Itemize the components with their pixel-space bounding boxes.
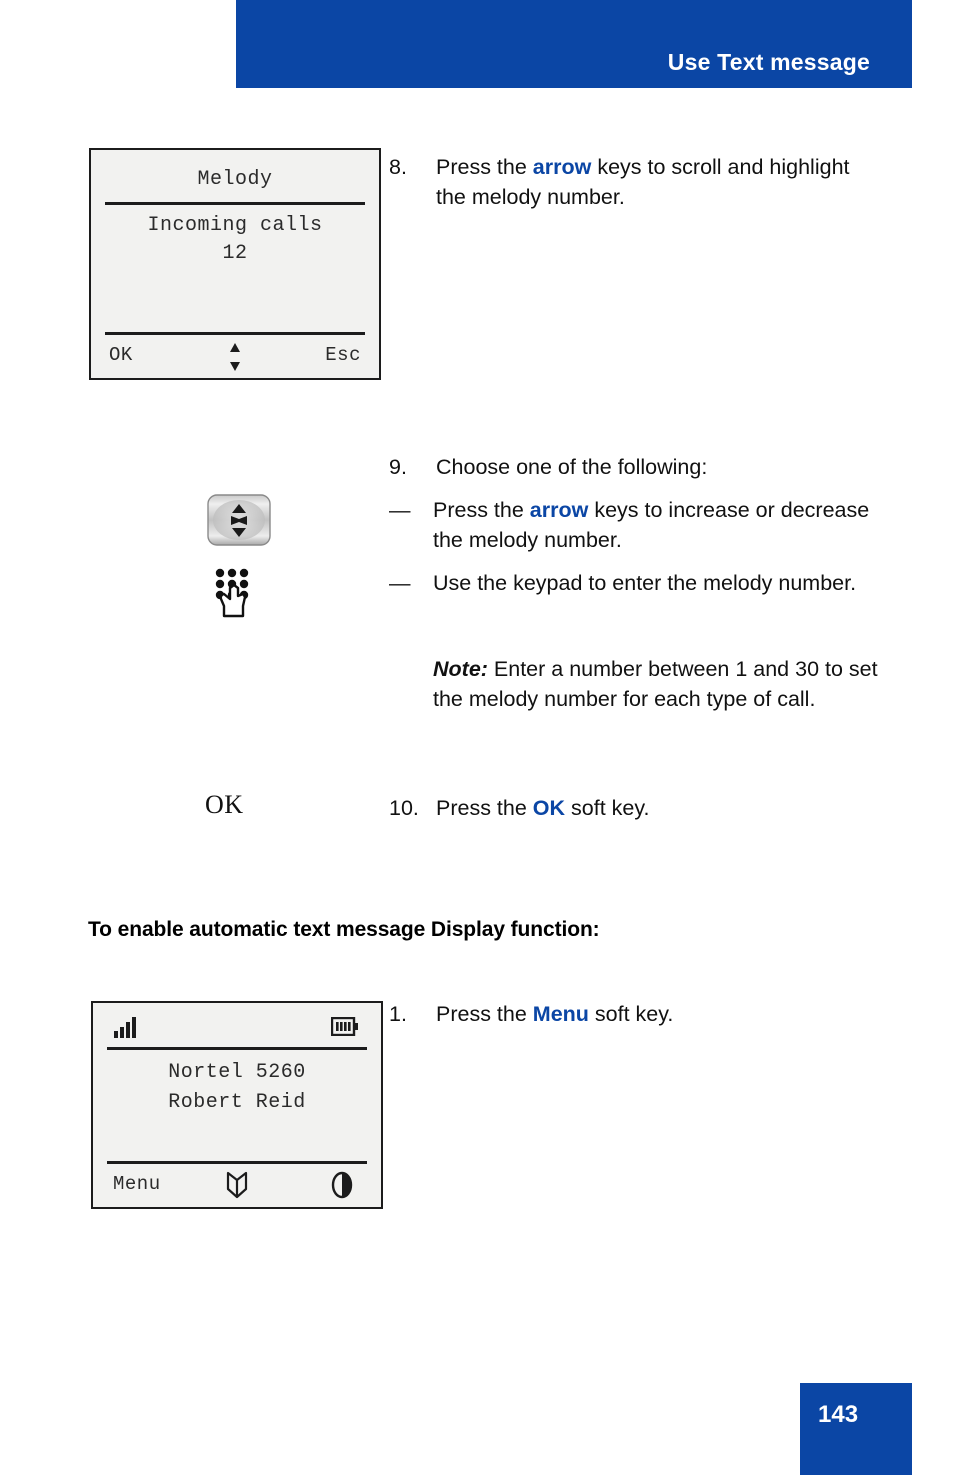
- page-number: 143: [818, 1401, 859, 1428]
- battery-icon: [330, 1016, 359, 1037]
- step-9: 9. Choose one of the following: — Press t…: [389, 452, 879, 598]
- em-dash: —: [389, 498, 411, 522]
- step-1: 1. Press the Menu soft key.: [389, 999, 789, 1029]
- step-text: Press the OK soft key.: [436, 793, 789, 823]
- softkey-ok[interactable]: OK: [109, 344, 133, 366]
- directory-book-icon: [226, 1171, 248, 1199]
- step-8: 8. Press the arrow keys to scroll and hi…: [389, 152, 859, 212]
- keyword-ok: OK: [532, 796, 566, 820]
- keyword-arrow: arrow: [529, 498, 589, 522]
- step-number: 1.: [389, 1002, 407, 1026]
- divider: [105, 332, 365, 335]
- bullet-text: Use the keypad to enter the melody numbe…: [433, 571, 857, 595]
- signal-strength-icon: [113, 1015, 141, 1039]
- softkey-menu[interactable]: Menu: [113, 1173, 161, 1195]
- note-text: Enter a number between 1 and 30 to set t…: [433, 657, 878, 711]
- divider: [105, 202, 365, 205]
- screen-line-1: Incoming calls: [147, 214, 323, 237]
- up-down-arrows-icon: [228, 342, 242, 372]
- page-title: Use Text message: [667, 49, 870, 75]
- divider: [107, 1161, 367, 1164]
- screen-line-2: Robert Reid: [168, 1091, 306, 1114]
- phone-screen-melody: Melody Incoming calls 12 OK Esc: [89, 148, 381, 380]
- note-label: Note:: [433, 657, 488, 681]
- step-text: Press the arrow keys to scroll and highl…: [436, 152, 859, 212]
- phone-screen-idle: Nortel 5260 Robert Reid Menu: [91, 1001, 383, 1209]
- keypad-hand-icon: [212, 566, 258, 622]
- step-text-before: Press the: [436, 155, 533, 179]
- step-text: Press the Menu soft key.: [436, 999, 789, 1029]
- bullet-text-before: Press the: [433, 498, 530, 522]
- softkey-esc[interactable]: Esc: [325, 344, 361, 366]
- step-text-before: Press the: [436, 796, 533, 820]
- step-9-bullet-1: — Press the arrow keys to increase or dec…: [389, 495, 879, 555]
- ok-softkey-icon: OK: [205, 790, 244, 819]
- keyword-arrow: arrow: [532, 155, 592, 179]
- header-banner: Use Text message: [236, 0, 912, 88]
- em-dash: —: [389, 571, 411, 595]
- navigation-key-icon: [206, 492, 272, 548]
- step-9-bullet-2: — Use the keypad to enter the melody numb…: [389, 568, 879, 598]
- step-number: 10.: [389, 796, 419, 820]
- screen-line-1: Nortel 5260: [168, 1061, 306, 1084]
- note-block: Note: Enter a number between 1 and 30 to…: [433, 654, 883, 714]
- page-footer-band: 143: [800, 1383, 912, 1475]
- step-number: 9.: [389, 455, 407, 479]
- contrast-icon: [329, 1171, 355, 1199]
- section-heading: To enable automatic text message Display…: [88, 918, 600, 941]
- step-lead: Choose one of the following:: [436, 455, 708, 479]
- step-text-after: soft key.: [565, 796, 650, 820]
- step-number: 8.: [389, 155, 407, 179]
- step-10: 10. Press the OK soft key.: [389, 793, 789, 823]
- step-text-after: soft key.: [588, 1002, 674, 1026]
- screen-line-2: 12: [222, 242, 248, 265]
- divider: [107, 1047, 367, 1050]
- keyword-menu: Menu: [532, 1002, 589, 1026]
- screen-title: Melody: [197, 168, 273, 191]
- step-text-before: Press the: [436, 1002, 533, 1026]
